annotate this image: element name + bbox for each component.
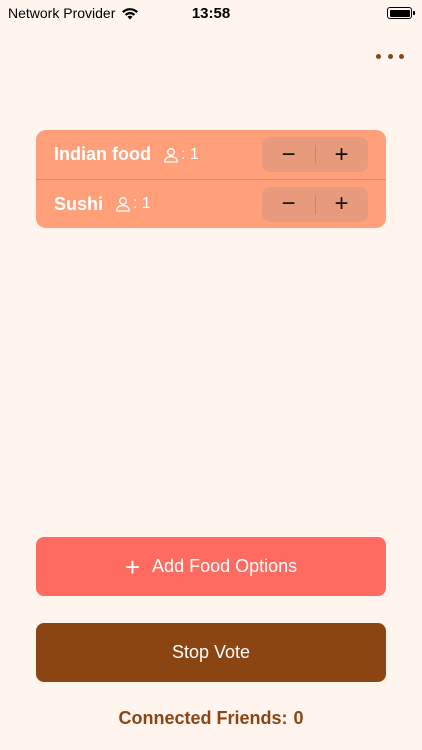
food-option-info: Indian food : 1	[54, 144, 199, 165]
more-options-button[interactable]	[376, 46, 404, 66]
stop-vote-button[interactable]: Stop Vote	[36, 623, 386, 682]
increment-button[interactable]: +	[315, 137, 368, 172]
clock: 13:58	[191, 4, 231, 22]
status-left: Network Provider	[8, 5, 139, 21]
vote-stepper: − +	[262, 137, 368, 172]
status-bar: Network Provider 13:58	[0, 0, 422, 26]
app-screen: Network Provider 13:58 Indian food : 1 −…	[0, 0, 422, 750]
stepper-divider	[315, 145, 316, 164]
vote-count: : 1	[180, 145, 199, 163]
connected-friends-count: 0	[293, 708, 304, 728]
increment-button[interactable]: +	[315, 187, 368, 222]
add-food-options-button[interactable]: + Add Food Options	[36, 537, 386, 596]
stepper-divider	[315, 194, 316, 214]
stop-vote-label: Stop Vote	[171, 642, 251, 662]
food-option-row: Indian food : 1 − +	[36, 130, 386, 179]
food-option-info: Sushi : 1	[54, 194, 151, 215]
food-option-name: Sushi	[54, 193, 104, 214]
plus-icon: +	[124, 551, 141, 582]
decrement-button[interactable]: −	[262, 187, 315, 222]
ellipsis-dot-icon	[399, 53, 404, 59]
decrement-button[interactable]: −	[262, 137, 315, 172]
person-icon	[116, 197, 130, 212]
battery-icon	[387, 7, 415, 19]
ellipsis-dot-icon	[387, 53, 393, 59]
connected-friends-status: Connected Friends: 0	[0, 708, 422, 729]
connected-friends-label: Connected Friends:	[118, 708, 288, 728]
ellipsis-dot-icon	[376, 53, 381, 59]
add-food-options-label: Add Food Options	[152, 556, 298, 576]
food-option-name: Indian food	[54, 144, 151, 164]
vote-count: : 1	[133, 195, 151, 212]
person-icon	[164, 147, 178, 163]
food-options-list: Indian food : 1 − + Sushi : 1 − +	[36, 130, 386, 228]
food-option-row: Sushi : 1 − +	[36, 179, 386, 228]
carrier-label: Network Provider	[8, 5, 116, 21]
vote-stepper: − +	[262, 186, 368, 222]
wifi-icon	[122, 7, 139, 19]
